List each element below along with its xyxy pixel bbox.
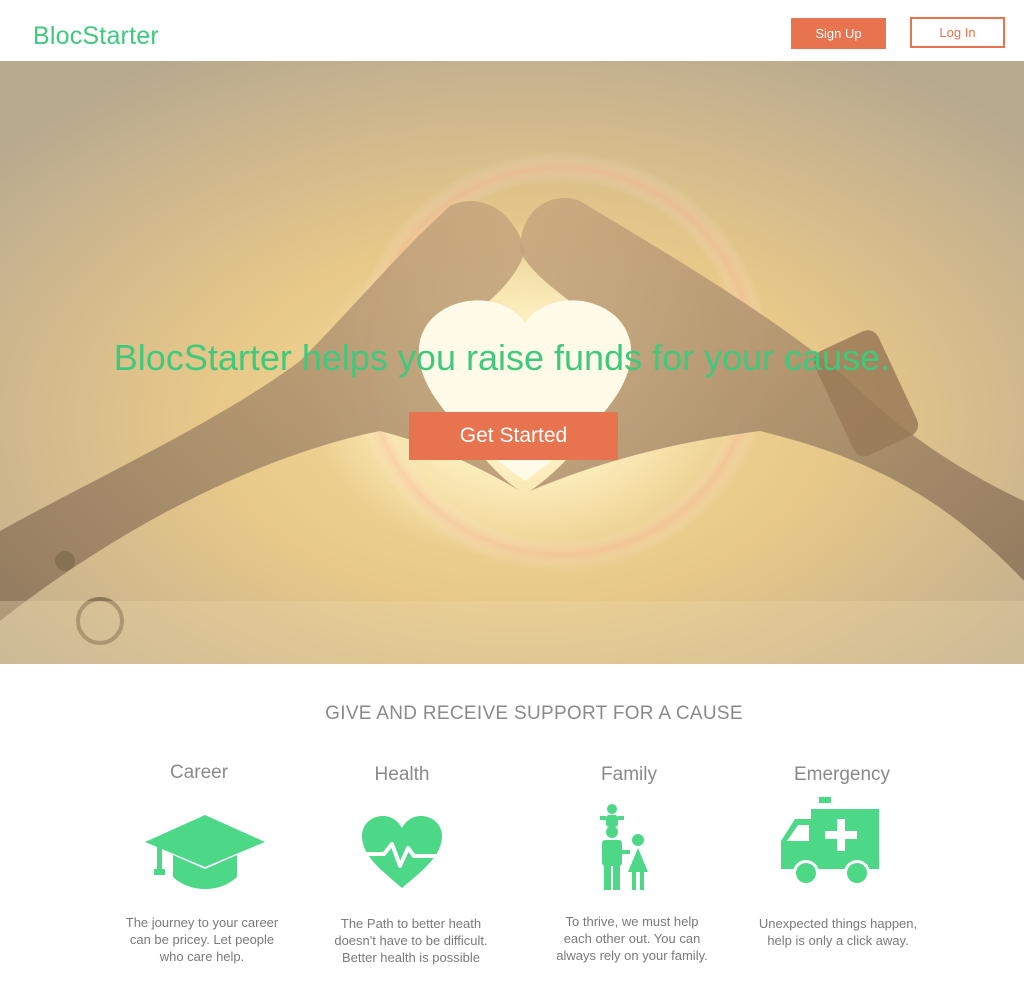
sign-up-button[interactable]: Sign Up bbox=[791, 18, 886, 49]
brand-logo[interactable]: BlocStarter bbox=[33, 22, 159, 51]
emergency-description: Unexpected things happen, help is only a… bbox=[758, 916, 918, 948]
hero-title: BlocStarter helps you raise funds for yo… bbox=[113, 337, 891, 378]
emergency-title: Emergency bbox=[793, 764, 891, 785]
career-description: The journey to your career can be pricey… bbox=[125, 915, 279, 964]
health-description: The Path to better heath doesn't have to… bbox=[334, 916, 488, 965]
ambulance-icon bbox=[781, 797, 879, 886]
heart-pulse-icon bbox=[362, 816, 442, 888]
log-in-button[interactable]: Log In bbox=[910, 17, 1005, 48]
career-title: Career bbox=[169, 762, 229, 783]
health-title: Health bbox=[374, 764, 430, 785]
family-icon bbox=[600, 804, 648, 890]
get-started-button[interactable]: Get Started bbox=[409, 412, 618, 460]
family-title: Family bbox=[601, 764, 657, 785]
section-title: GIVE AND RECEIVE SUPPORT FOR A CAUSE bbox=[325, 703, 743, 724]
hero-banner: BlocStarter helps you raise funds for yo… bbox=[0, 61, 1024, 664]
site-header: BlocStarter Sign Up Log In bbox=[0, 0, 1024, 61]
graduation-cap-icon bbox=[145, 815, 265, 889]
family-description: To thrive, we must help each other out. … bbox=[556, 914, 708, 963]
